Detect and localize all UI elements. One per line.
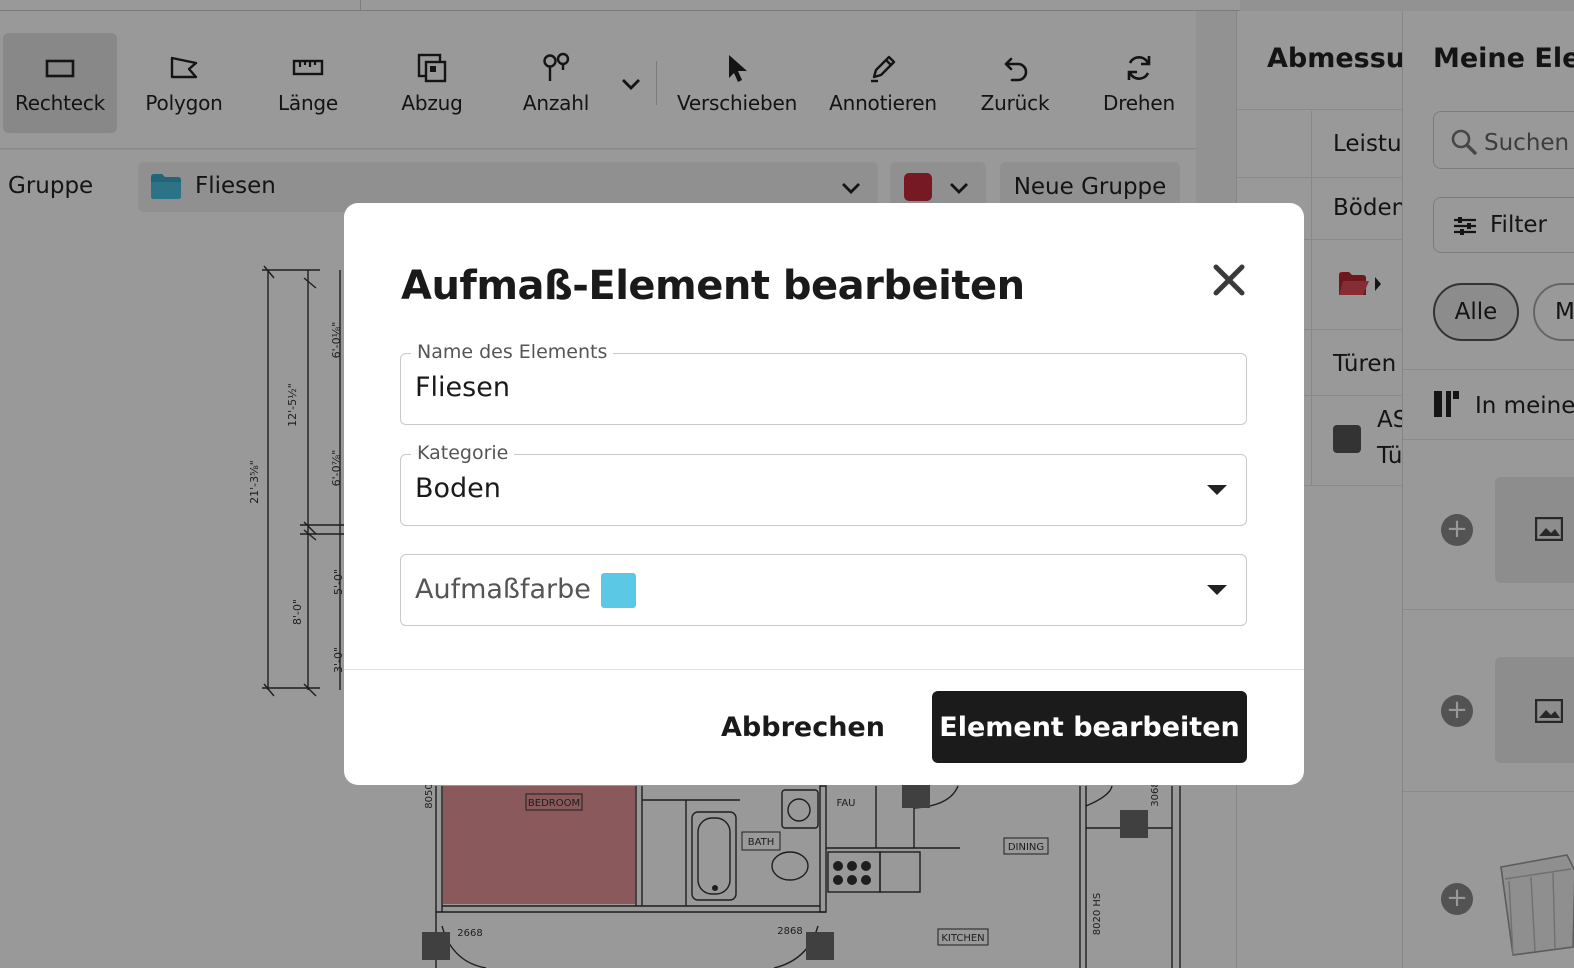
measure-color-swatch (601, 573, 636, 608)
element-name-field[interactable]: Name des Elements Fliesen (400, 341, 1247, 425)
category-label: Kategorie (411, 442, 515, 464)
close-icon[interactable] (1210, 261, 1248, 299)
element-name-value: Fliesen (415, 372, 510, 403)
dialog-divider (344, 669, 1304, 670)
cancel-button[interactable]: Abbrechen (714, 691, 892, 763)
dialog-title: Aufmaß-Element bearbeiten (401, 263, 1025, 309)
submit-edit-button[interactable]: Element bearbeiten (932, 691, 1247, 763)
dropdown-arrow-icon (1207, 485, 1227, 495)
category-value: Boden (415, 473, 501, 504)
dropdown-arrow-icon (1207, 585, 1227, 595)
category-select[interactable]: Kategorie Boden (400, 442, 1247, 526)
edit-element-dialog: Aufmaß-Element bearbeiten Name des Eleme… (344, 203, 1304, 785)
element-name-label: Name des Elements (411, 341, 614, 363)
measure-color-select[interactable]: Aufmaßfarbe (400, 554, 1247, 626)
measure-color-label: Aufmaßfarbe (415, 574, 591, 605)
